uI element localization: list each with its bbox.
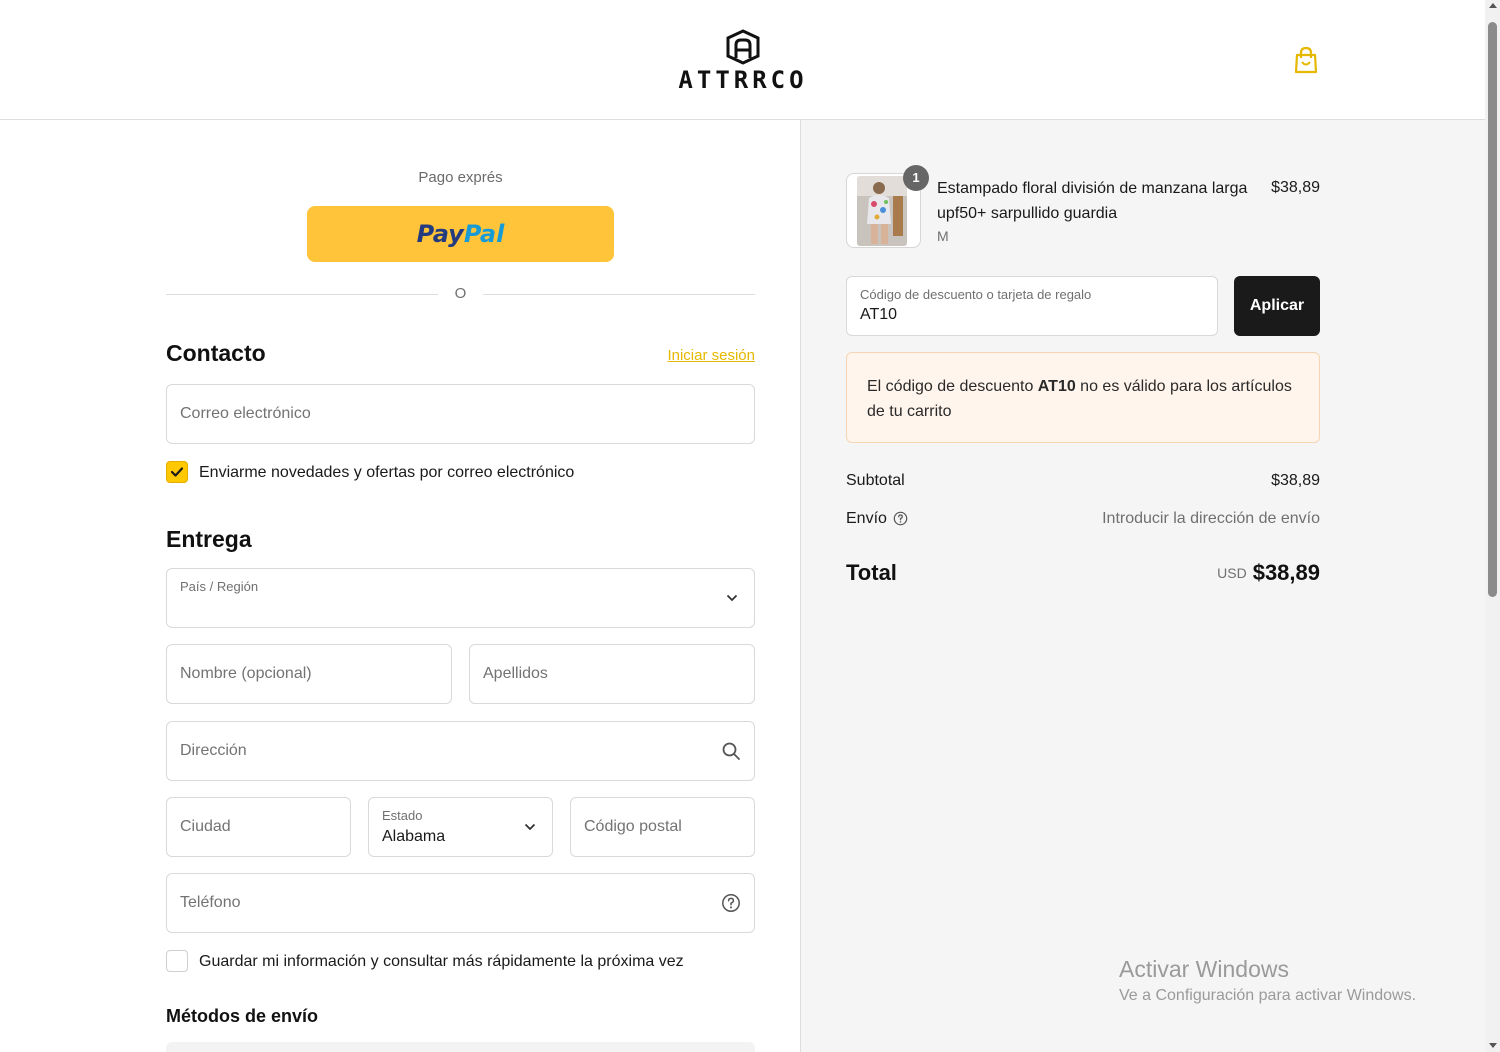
phone-placeholder: Teléfono bbox=[180, 894, 241, 911]
brand-mark-icon bbox=[726, 29, 760, 65]
checkout-form-column: Pago exprés Pay Pal O Contacto Iniciar se… bbox=[0, 120, 801, 1052]
address-placeholder: Dirección bbox=[180, 742, 247, 759]
city-field[interactable]: Ciudad bbox=[166, 797, 351, 857]
shipping-methods-box bbox=[166, 1042, 755, 1052]
postal-code-field[interactable]: Código postal bbox=[570, 797, 755, 857]
help-circle-icon[interactable] bbox=[893, 511, 908, 526]
apply-discount-button[interactable]: Aplicar bbox=[1234, 276, 1320, 336]
last-name-placeholder: Apellidos bbox=[483, 665, 548, 682]
or-divider: O bbox=[166, 285, 755, 305]
newsletter-checkbox[interactable] bbox=[166, 461, 188, 483]
login-link[interactable]: Iniciar sesión bbox=[640, 347, 755, 364]
total-currency: USD bbox=[1217, 565, 1247, 581]
country-select[interactable]: País / Región bbox=[166, 568, 755, 628]
state-select[interactable]: Estado Alabama bbox=[368, 797, 553, 857]
paypal-button[interactable]: Pay Pal bbox=[307, 206, 614, 262]
total-amount: $38,89 bbox=[1252, 560, 1320, 585]
discount-code-field[interactable]: Código de descuento o tarjeta de regalo … bbox=[846, 276, 1218, 336]
discount-error-alert: El código de descuento AT10 no es válido… bbox=[846, 352, 1320, 443]
state-value: Alabama bbox=[382, 828, 446, 845]
paypal-wordmark-pay: Pay bbox=[416, 220, 464, 248]
brand-wordmark: ATTRRCO bbox=[678, 66, 808, 94]
shipping-value: Introducir la dirección de envío bbox=[1102, 510, 1320, 527]
help-circle-icon[interactable] bbox=[721, 893, 741, 913]
subtotal-value: $38,89 bbox=[1271, 472, 1320, 489]
shopping-bag-icon[interactable] bbox=[1292, 45, 1320, 75]
product-image bbox=[857, 176, 907, 246]
checkmark-icon bbox=[170, 467, 184, 477]
divider-line-right bbox=[483, 294, 755, 295]
first-name-placeholder: Nombre (opcional) bbox=[180, 665, 312, 682]
postal-code-placeholder: Código postal bbox=[584, 818, 682, 835]
shipping-label-row: Envío bbox=[846, 510, 908, 528]
address-field[interactable]: Dirección bbox=[166, 721, 755, 781]
windows-activation-title: Activar Windows bbox=[1119, 956, 1289, 982]
phone-field[interactable]: Teléfono bbox=[166, 873, 755, 933]
last-name-field[interactable]: Apellidos bbox=[469, 644, 755, 704]
chevron-down-icon bbox=[726, 594, 738, 602]
discount-code-label: Código de descuento o tarjeta de regalo bbox=[860, 287, 1092, 302]
product-name: Estampado floral división de manzana lar… bbox=[937, 180, 1248, 222]
subtotal-label: Subtotal bbox=[846, 472, 905, 489]
express-checkout-title: Pago exprés bbox=[418, 169, 503, 186]
scroll-thumb[interactable] bbox=[1488, 22, 1497, 597]
total-row: USD $38,89 bbox=[1101, 560, 1320, 586]
save-info-checkbox[interactable] bbox=[166, 950, 188, 972]
alert-prefix: El código de descuento bbox=[867, 378, 1038, 395]
search-icon bbox=[722, 742, 740, 760]
discount-code-value: AT10 bbox=[860, 306, 898, 323]
email-placeholder: Correo electrónico bbox=[180, 405, 311, 422]
scroll-up-arrow-icon[interactable] bbox=[1488, 3, 1497, 8]
total-label: Total bbox=[846, 560, 897, 585]
windows-activation-subtitle: Ve a Configuración para activar Windows. bbox=[1119, 987, 1417, 1004]
alert-code: AT10 bbox=[1037, 378, 1076, 395]
brand-logo[interactable]: ATTRRCO bbox=[670, 28, 816, 94]
scroll-down-arrow-icon[interactable] bbox=[1488, 1043, 1497, 1048]
shipping-label: Envío bbox=[846, 510, 887, 527]
product-variant: M bbox=[937, 228, 949, 244]
newsletter-label: Enviarme novedades y ofertas por correo … bbox=[199, 464, 575, 481]
paypal-wordmark-pal: Pal bbox=[463, 220, 505, 248]
state-label: Estado bbox=[382, 808, 423, 823]
save-info-label: Guardar mi información y consultar más r… bbox=[199, 953, 684, 970]
order-summary-column: 1 Estampado floral división de manzana l… bbox=[801, 120, 1485, 1052]
quantity-badge: 1 bbox=[903, 165, 929, 191]
site-header: ATTRRCO bbox=[0, 0, 1485, 120]
product-price: $38,89 bbox=[1271, 179, 1320, 196]
page-scrollbar[interactable] bbox=[1485, 0, 1500, 1052]
country-label: País / Región bbox=[180, 579, 259, 594]
delivery-heading: Entrega bbox=[166, 526, 252, 552]
city-placeholder: Ciudad bbox=[180, 818, 231, 835]
chevron-down-icon bbox=[524, 823, 536, 831]
shipping-methods-heading: Métodos de envío bbox=[166, 1006, 319, 1026]
email-field[interactable]: Correo electrónico bbox=[166, 384, 755, 444]
first-name-field[interactable]: Nombre (opcional) bbox=[166, 644, 452, 704]
contact-heading: Contacto bbox=[166, 340, 266, 366]
